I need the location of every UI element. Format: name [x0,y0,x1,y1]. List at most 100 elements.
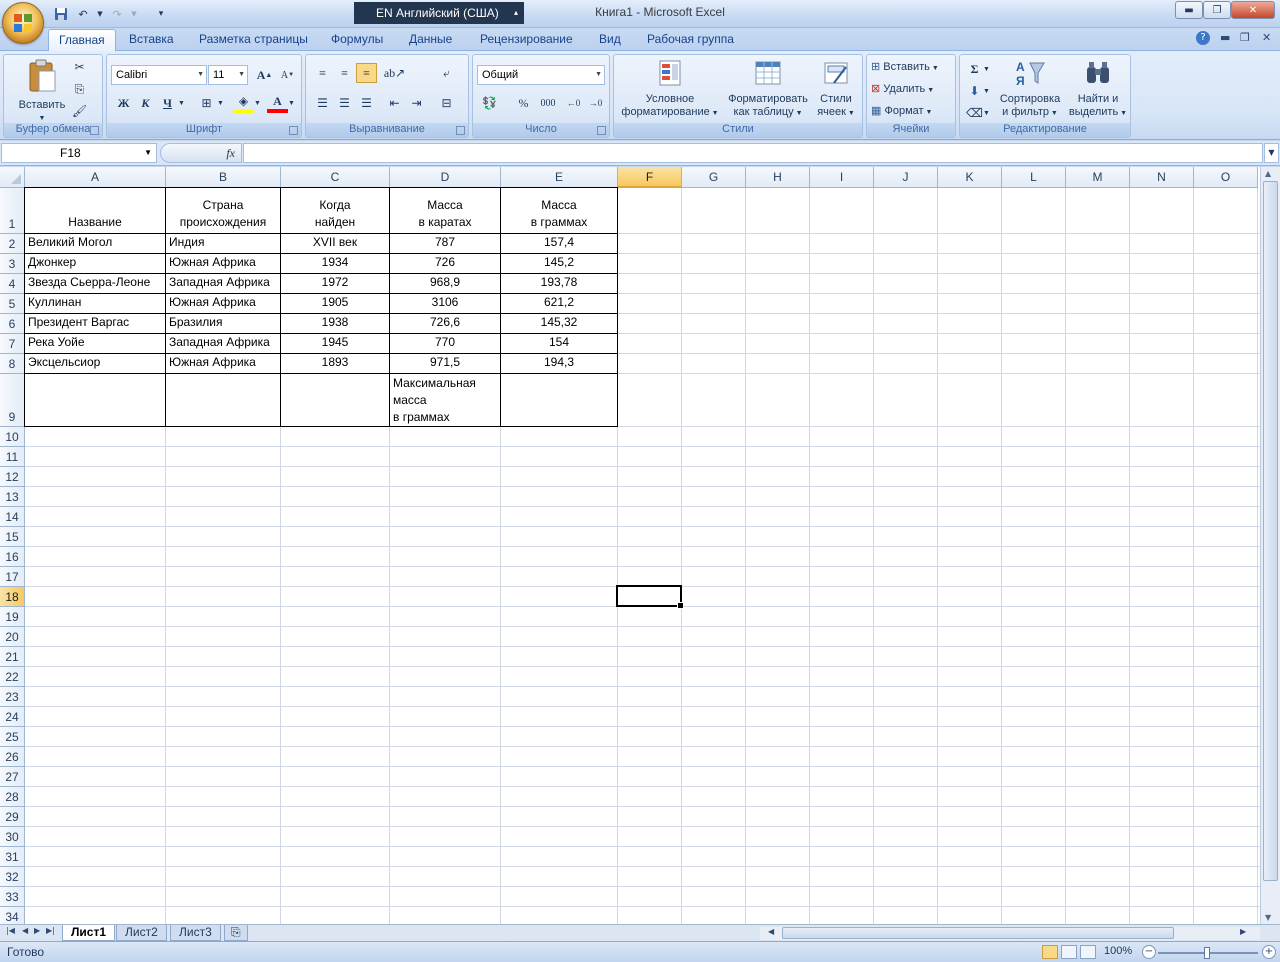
borders-dropdown-icon[interactable]: ▼ [216,93,225,113]
row-header[interactable]: 8 [0,354,25,374]
zoom-in-icon[interactable]: + [1262,945,1276,959]
row-header[interactable]: 34 [0,907,25,924]
page-break-view-icon[interactable] [1080,945,1096,959]
page-layout-view-icon[interactable] [1061,945,1077,959]
clipboard-launcher-icon[interactable] [90,126,99,135]
decrease-decimal-icon[interactable]: →0 [585,93,606,113]
tab-insert[interactable]: Вставка [129,32,174,50]
align-bottom-icon[interactable]: ≡ [356,63,377,83]
column-header[interactable]: G [682,167,746,188]
borders-icon[interactable]: ⊞ [196,93,217,113]
table-cell[interactable]: 971,5 [390,354,500,373]
row-header[interactable]: 33 [0,887,25,907]
table-cell[interactable]: Южная Африка [166,294,280,313]
undo-icon[interactable]: ↶ [74,6,92,22]
table-cell[interactable]: 1972 [281,274,389,293]
table-cell[interactable]: Южная Африка [166,254,280,273]
row-header[interactable]: 24 [0,707,25,727]
worksheet-grid[interactable]: A B C D E F G H I J K L M N O 1 2 3 4 5 6 7 8 9 10 11 12 13 14 15 16 17… [0,167,1260,924]
row-header[interactable]: 16 [0,547,25,567]
table-cell[interactable]: Страна происхождения [166,188,280,233]
font-color-dropdown-icon[interactable]: ▼ [287,93,296,113]
table-cell[interactable]: Западная Африка [166,274,280,293]
column-header[interactable]: B [166,167,281,188]
table-cell[interactable]: Джонкер [25,254,165,273]
sheet-tab-1[interactable]: Лист1 [62,925,116,941]
font-size-combo[interactable]: 11 ▼ [208,65,248,85]
percent-style-button[interactable]: % [513,93,534,113]
row-header[interactable]: 11 [0,447,25,467]
table-cell[interactable]: 194,3 [501,354,617,373]
column-header[interactable]: N [1130,167,1194,188]
table-cell[interactable]: Когда найден [281,188,389,233]
number-launcher-icon[interactable] [597,126,606,135]
row-header[interactable]: 27 [0,767,25,787]
align-middle-icon[interactable]: ≡ [334,63,355,83]
insert-function-button[interactable]: fx [160,143,242,163]
row-header[interactable]: 12 [0,467,25,487]
row-header[interactable]: 2 [0,234,25,254]
vertical-scrollbar[interactable]: ▲ ▼ [1260,167,1280,924]
sort-filter-button[interactable]: A Я Сортировка и фильтр ▼ [996,57,1064,120]
column-header[interactable]: E [501,167,618,188]
row-header[interactable]: 5 [0,294,25,314]
workbook-restore-icon[interactable]: ❐ [1240,31,1250,44]
align-center-icon[interactable]: ☰ [334,93,355,113]
workbook-close-icon[interactable]: ✕ [1262,31,1271,44]
autosum-dropdown-icon[interactable]: ▼ [982,59,991,79]
table-cell[interactable]: Название [25,188,165,233]
office-button[interactable] [2,2,44,44]
redo-icon[interactable]: ↷ [108,6,126,22]
table-cell[interactable]: Южная Африка [166,354,280,373]
row-header[interactable]: 31 [0,847,25,867]
column-header[interactable]: C [281,167,390,188]
table-cell[interactable]: 770 [390,334,500,353]
normal-view-icon[interactable] [1042,945,1058,959]
row-header[interactable]: 20 [0,627,25,647]
select-all-button[interactable] [0,167,25,188]
zoom-out-icon[interactable]: − [1142,945,1156,959]
align-top-icon[interactable]: ≡ [312,63,333,83]
tab-review[interactable]: Рецензирование [480,32,573,50]
row-header[interactable]: 1 [0,188,25,234]
column-header[interactable]: A [25,167,166,188]
row-header[interactable]: 19 [0,607,25,627]
column-header[interactable]: M [1066,167,1130,188]
format-as-table-button[interactable]: Форматировать как таблицу ▼ [724,57,812,120]
column-header[interactable]: I [810,167,874,188]
table-cell[interactable]: 1934 [281,254,389,273]
insert-sheet-icon[interactable]: ⎘ [224,925,248,941]
row-header[interactable]: 4 [0,274,25,294]
increase-indent-icon[interactable]: ⇥ [406,93,427,113]
orientation-icon[interactable]: ab↗ [384,63,405,83]
table-cell[interactable]: 193,78 [501,274,617,293]
row-header[interactable]: 7 [0,334,25,354]
save-icon[interactable] [52,6,70,22]
name-box[interactable]: F18 ▼ [1,143,157,163]
align-right-icon[interactable]: ☰ [356,93,377,113]
table-cell[interactable]: 154 [501,334,617,353]
minimize-button[interactable]: ▬ [1175,1,1203,19]
row-header[interactable]: 13 [0,487,25,507]
row-header[interactable]: 22 [0,667,25,687]
grow-font-icon[interactable]: A ▲ [254,65,275,85]
horizontal-scrollbar[interactable]: ◀ ▶ [760,927,1260,940]
help-icon[interactable]: ? [1196,31,1210,45]
prev-sheet-icon[interactable]: ◀ [22,926,28,935]
language-indicator[interactable]: EN Английский (США) ▴ [354,2,524,24]
alignment-launcher-icon[interactable] [456,126,465,135]
tab-formulas[interactable]: Формулы [331,32,383,50]
scroll-left-icon[interactable]: ◀ [768,927,774,936]
decrease-indent-icon[interactable]: ⇤ [384,93,405,113]
first-sheet-icon[interactable]: |◀ [6,926,15,935]
column-header[interactable]: H [746,167,810,188]
scroll-up-icon[interactable]: ▲ [1265,169,1271,178]
table-cell[interactable]: Западная Африка [166,334,280,353]
table-cell[interactable]: 787 [390,234,500,253]
number-format-combo[interactable]: Общий ▼ [477,65,605,85]
table-cell[interactable]: XVII век [281,234,389,253]
underline-button[interactable]: Ч [157,93,178,113]
fill-dropdown-icon[interactable]: ▼ [982,81,991,101]
shrink-font-icon[interactable]: A ▼ [277,65,298,85]
format-cells-button[interactable]: ▦ Формат ▼ [871,105,932,119]
